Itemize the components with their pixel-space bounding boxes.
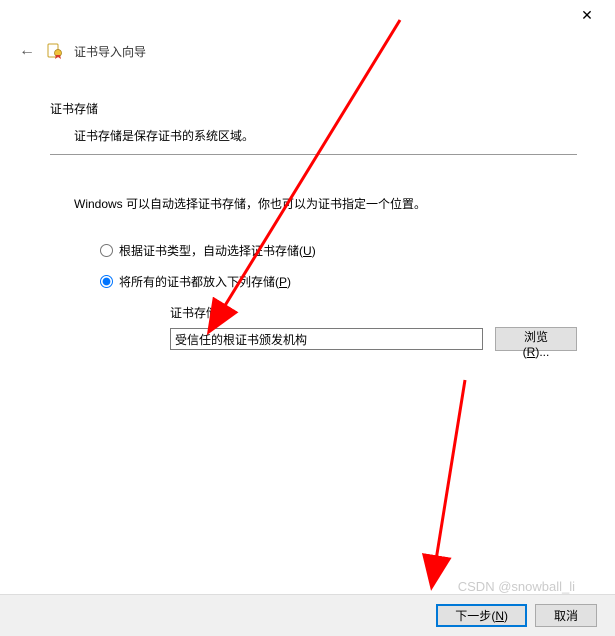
section-title: 证书存储 — [50, 100, 577, 117]
radio-group: 根据证书类型，自动选择证书存储(U) 将所有的证书都放入下列存储(P) 证书存储… — [100, 242, 577, 351]
browse-button[interactable]: 浏览(R)... — [495, 327, 577, 351]
radio-manual-select[interactable]: 将所有的证书都放入下列存储(P) — [100, 273, 577, 290]
title-bar: ✕ — [0, 0, 615, 30]
back-button[interactable]: ← — [18, 42, 36, 60]
watermark: CSDN @snowball_li — [458, 579, 575, 594]
close-icon: ✕ — [581, 7, 593, 24]
radio-auto-input[interactable] — [100, 244, 113, 257]
wizard-title: 证书导入向导 — [74, 43, 146, 60]
radio-manual-label: 将所有的证书都放入下列存储(P) — [119, 273, 291, 290]
wizard-footer: 下一步(N) 取消 — [0, 594, 615, 636]
back-arrow-icon: ← — [19, 42, 35, 60]
close-button[interactable]: ✕ — [567, 1, 607, 29]
certificate-icon — [46, 42, 64, 60]
section-description: 证书存储是保存证书的系统区域。 — [74, 127, 577, 144]
divider — [50, 154, 577, 155]
store-label: 证书存储: — [170, 304, 577, 321]
wizard-header: ← 证书导入向导 — [0, 30, 615, 70]
radio-auto-label: 根据证书类型，自动选择证书存储(U) — [119, 242, 316, 259]
store-block: 证书存储: 浏览(R)... — [170, 304, 577, 351]
wizard-content: 证书存储 证书存储是保存证书的系统区域。 Windows 可以自动选择证书存储，… — [0, 70, 615, 351]
radio-manual-input[interactable] — [100, 275, 113, 288]
instruction-text: Windows 可以自动选择证书存储，你也可以为证书指定一个位置。 — [74, 195, 577, 212]
certificate-store-input[interactable] — [170, 328, 483, 350]
next-button[interactable]: 下一步(N) — [436, 604, 527, 627]
radio-auto-select[interactable]: 根据证书类型，自动选择证书存储(U) — [100, 242, 577, 259]
cancel-button[interactable]: 取消 — [535, 604, 597, 627]
store-row: 浏览(R)... — [170, 327, 577, 351]
